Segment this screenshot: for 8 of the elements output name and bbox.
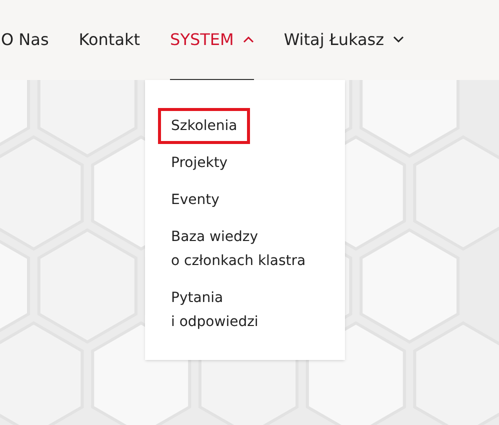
menu-item[interactable]: Projekty: [158, 145, 241, 181]
nav-link[interactable]: Witaj Łukasz: [284, 0, 404, 80]
nav-link[interactable]: Kontakt: [78, 0, 140, 80]
menu-item[interactable]: Szkolenia: [158, 108, 250, 144]
menu-item[interactable]: Eventy: [158, 182, 232, 218]
menu-item[interactable]: Baza wiedzy o członkach klastra: [158, 219, 319, 279]
nav-link[interactable]: O Nas: [1, 0, 49, 80]
menu-item[interactable]: Pytania i odpowiedzi: [158, 280, 272, 340]
